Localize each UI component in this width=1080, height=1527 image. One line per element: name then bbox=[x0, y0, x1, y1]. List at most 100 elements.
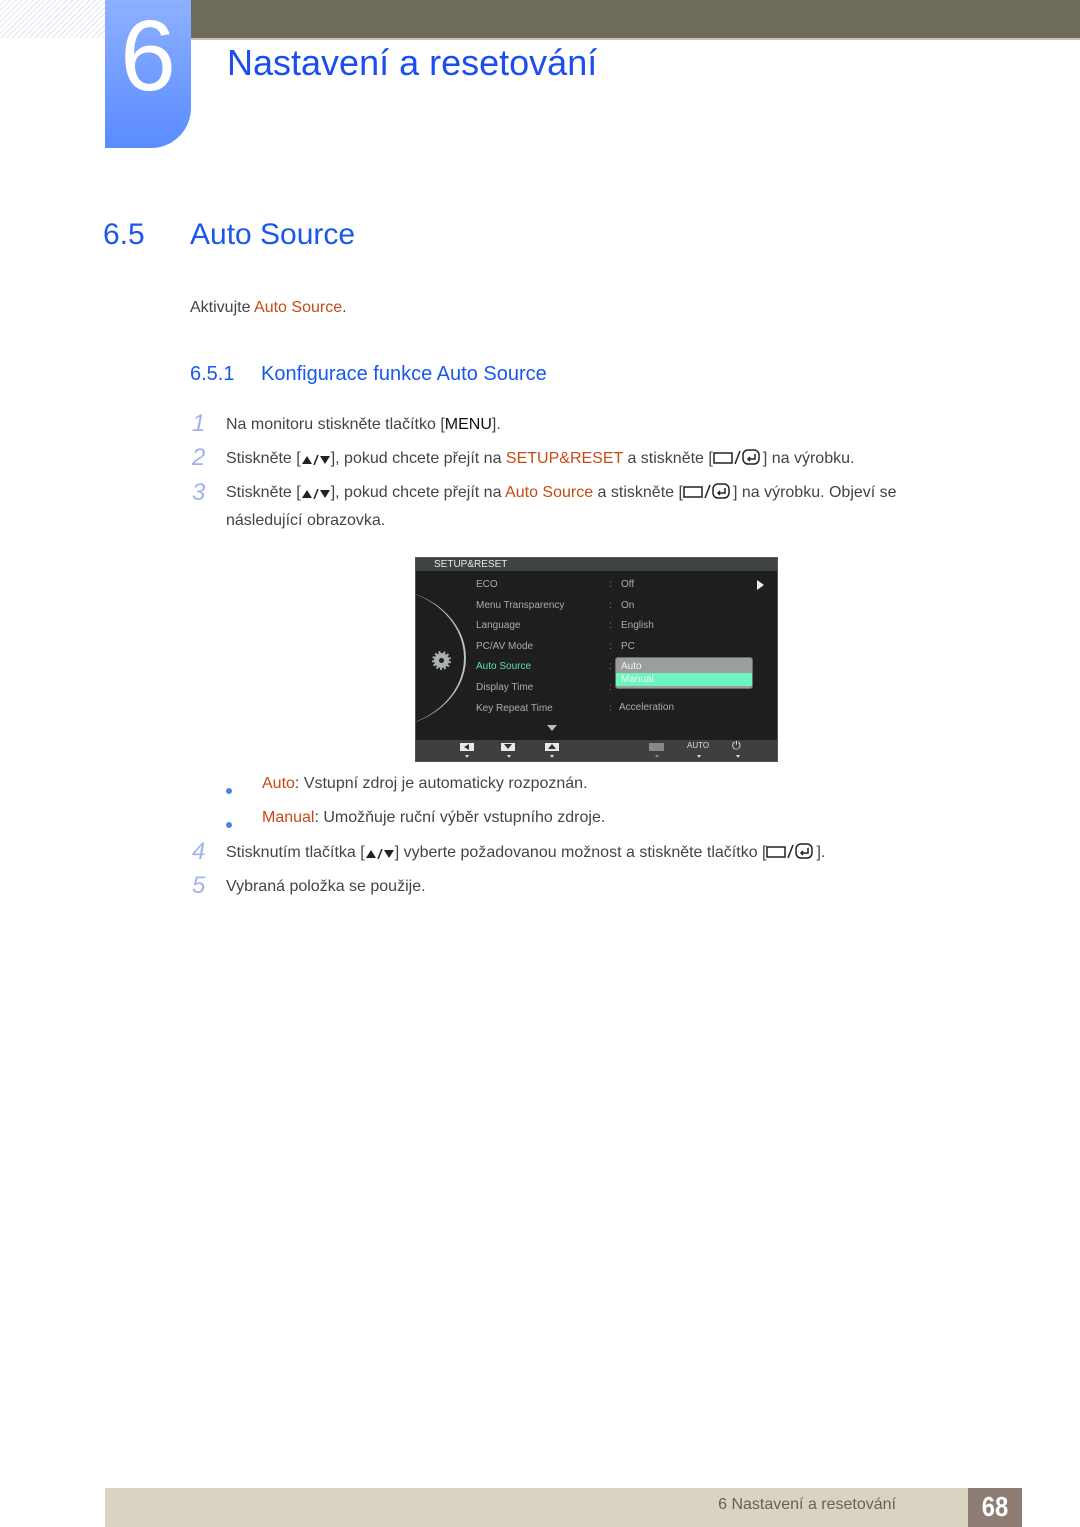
source-enter-icon bbox=[683, 483, 730, 499]
osd-enter-button-icon bbox=[649, 743, 664, 751]
gear-icon bbox=[432, 651, 451, 670]
osd-dropdown: Auto Manual bbox=[615, 657, 753, 689]
osd-option-auto: Auto bbox=[621, 661, 642, 672]
osd-colon: : bbox=[609, 600, 612, 611]
step-text-part: ] na výrobku. Objeví se bbox=[732, 484, 897, 501]
up-down-arrows-icon bbox=[301, 488, 330, 499]
bullet-dot bbox=[226, 822, 232, 828]
bullet-auto: Auto: Vstupní zdroj je automaticky rozpo… bbox=[262, 775, 588, 793]
osd-button-marker bbox=[655, 755, 659, 758]
osd-item-display-time: Display Time bbox=[476, 682, 534, 693]
step-text-part: ]. bbox=[491, 416, 501, 433]
osd-button-marker bbox=[507, 755, 511, 758]
osd-item-eco: ECO bbox=[476, 579, 498, 590]
osd-colon: : bbox=[609, 579, 612, 590]
osd-value-language: English bbox=[621, 620, 654, 631]
up-down-arrows-icon bbox=[365, 848, 394, 859]
step-text: Stiskněte [ ], pokud chcete přejít na Aut… bbox=[226, 479, 986, 535]
power-icon: ⏻ bbox=[732, 740, 741, 752]
page-number: 68 bbox=[981, 1491, 1009, 1522]
section-intro: Aktivujte Auto Source. bbox=[190, 299, 347, 317]
osd-value-menu-transparency: On bbox=[621, 600, 635, 611]
step-text-part: Stiskněte [ bbox=[226, 484, 301, 501]
footer-chapter-label: 6 Nastavení a resetování bbox=[718, 1496, 896, 1513]
step-text: Stiskněte [ ], pokud chcete přejít na SET… bbox=[226, 445, 986, 473]
osd-colon: : bbox=[609, 703, 612, 714]
intro-suffix: . bbox=[342, 299, 347, 316]
osd-scroll-down-icon bbox=[547, 725, 557, 731]
osd-button-marker bbox=[697, 755, 701, 758]
step-text-part: Stiskněte [ bbox=[226, 450, 301, 467]
osd-item-menu-transparency: Menu Transparency bbox=[476, 600, 565, 611]
osd-value-pc-av-mode: PC bbox=[621, 641, 635, 652]
osd-option-manual: Manual bbox=[616, 673, 752, 686]
menu-key-label: MENU bbox=[444, 416, 492, 433]
osd-item-pc-av-mode: PC/AV Mode bbox=[476, 641, 534, 652]
bullet-term: Auto bbox=[262, 775, 295, 792]
osd-value-eco: Off bbox=[621, 579, 635, 590]
step-text: Stisknutím tlačítka [ ] vyberte požadovan… bbox=[226, 839, 986, 867]
bullet-term: Manual bbox=[262, 809, 315, 826]
osd-down-button-icon bbox=[501, 743, 515, 751]
osd-value-key-repeat-time: Acceleration bbox=[619, 702, 675, 713]
step-number: 1 bbox=[192, 410, 206, 437]
step-text-part: ] vyberte požadovanou možnost a stisknět… bbox=[394, 844, 767, 861]
chapter-number: 6 bbox=[120, 0, 176, 112]
setup-reset-highlight: SETUP&RESET bbox=[505, 450, 623, 467]
osd-auto-button-label: AUTO bbox=[687, 741, 710, 750]
step-text-part: následující obrazovka. bbox=[226, 512, 386, 529]
bullet-text: : Vstupní zdroj je automaticky rozpoznán… bbox=[294, 775, 588, 792]
step-number: 5 bbox=[192, 872, 206, 899]
header-hatch-decoration bbox=[0, 0, 105, 38]
header-bar bbox=[190, 0, 1080, 38]
intro-highlight: Auto Source bbox=[254, 299, 343, 316]
header-bar-underline bbox=[190, 38, 1080, 40]
step-text-part: ], pokud chcete přejít na bbox=[330, 484, 506, 501]
osd-footer-buttons: AUTO ⏻ bbox=[416, 740, 777, 761]
step-number: 2 bbox=[192, 444, 206, 471]
auto-source-highlight: Auto Source bbox=[505, 484, 594, 501]
step-text-part: a stiskněte [ bbox=[623, 450, 713, 467]
step-text-part: Stisknutím tlačítka [ bbox=[226, 844, 365, 861]
subsection-title: Konfigurace funkce Auto Source bbox=[261, 363, 547, 385]
step-text-part: ], pokud chcete přejít na bbox=[330, 450, 506, 467]
chapter-tab: 6 bbox=[105, 0, 191, 148]
page-footer: 6 Nastavení a resetování bbox=[105, 1488, 1022, 1527]
osd-button-marker bbox=[736, 755, 740, 758]
osd-item-language: Language bbox=[476, 620, 521, 631]
bullet-dot bbox=[226, 788, 232, 794]
section-number: 6.5 bbox=[103, 218, 145, 251]
osd-item-auto-source: Auto Source bbox=[476, 661, 532, 672]
osd-button-marker bbox=[465, 755, 469, 758]
bullet-manual: Manual: Umožňuje ruční výběr vstupního z… bbox=[262, 809, 605, 827]
source-enter-icon bbox=[766, 843, 814, 859]
section-title: Auto Source bbox=[190, 218, 356, 251]
step-text-part: a stiskněte [ bbox=[593, 484, 683, 501]
step-number: 4 bbox=[192, 838, 206, 865]
osd-colon: : bbox=[609, 682, 612, 693]
osd-menu-screenshot: SETUP&RESET ECO Menu Transparency Langua… bbox=[415, 557, 778, 762]
bullet-text: : Umožňuje ruční výběr vstupního zdroje. bbox=[314, 809, 606, 826]
osd-item-key-repeat-time: Key Repeat Time bbox=[476, 703, 553, 714]
osd-colon: : bbox=[609, 620, 612, 631]
up-down-arrows-icon bbox=[301, 454, 330, 465]
chapter-title: Nastavení a resetování bbox=[227, 42, 598, 83]
osd-up-button-icon bbox=[545, 743, 559, 751]
osd-button-marker bbox=[550, 755, 554, 758]
osd-left-button-icon bbox=[460, 743, 474, 751]
step-text: Vybraná položka se použije. bbox=[226, 878, 426, 895]
intro-prefix: Aktivujte bbox=[190, 299, 255, 316]
osd-header-title: SETUP&RESET bbox=[434, 559, 508, 570]
step-text-part: ]. bbox=[816, 844, 826, 861]
osd-colon: : bbox=[609, 641, 612, 652]
step-number: 3 bbox=[192, 479, 206, 506]
subsection-number: 6.5.1 bbox=[190, 363, 235, 385]
osd-header: SETUP&RESET bbox=[416, 558, 777, 571]
osd-right-arrow-icon bbox=[757, 580, 764, 590]
source-enter-icon bbox=[713, 449, 760, 465]
step-text-part: Na monitoru stiskněte tlačítko [ bbox=[226, 416, 445, 433]
step-text: Na monitoru stiskněte tlačítko [MENU]. bbox=[226, 411, 986, 439]
osd-colon: : bbox=[609, 661, 612, 672]
page-number-box: 68 bbox=[968, 1488, 1022, 1527]
step-text-part: ] na výrobku. bbox=[762, 450, 855, 467]
